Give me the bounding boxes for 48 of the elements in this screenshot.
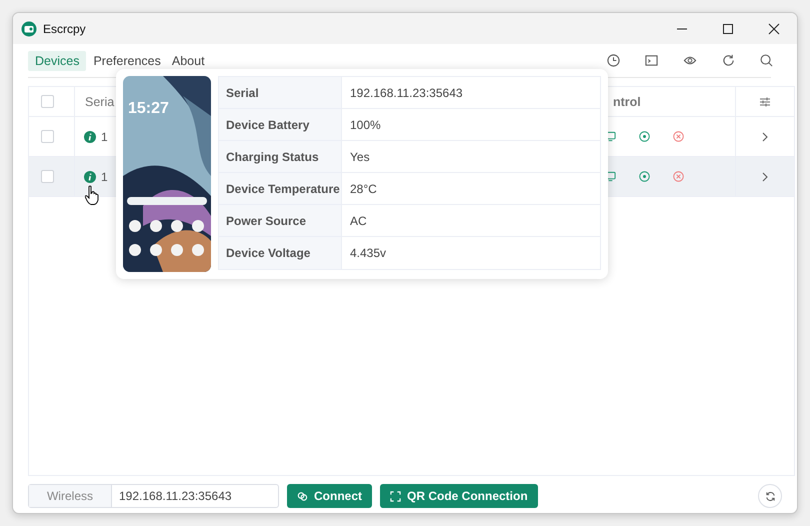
select-all-checkbox[interactable] bbox=[41, 95, 54, 108]
info-label: Serial bbox=[219, 77, 342, 108]
connect-button[interactable]: Connect bbox=[287, 484, 372, 508]
column-settings-icon[interactable] bbox=[759, 96, 771, 108]
mode-label: Wireless bbox=[29, 485, 112, 507]
tab[interactable]: Devices bbox=[28, 50, 86, 70]
search-icon[interactable] bbox=[760, 54, 773, 67]
info-label: Device Temperature bbox=[219, 173, 342, 204]
window-title: Escrcpy bbox=[43, 22, 86, 36]
clock-icon[interactable] bbox=[607, 54, 620, 67]
chevron-right-icon[interactable] bbox=[761, 132, 769, 142]
info-label: Charging Status bbox=[219, 141, 342, 172]
info-value: Yes bbox=[349, 148, 371, 166]
qr-connection-button[interactable]: QR Code Connection bbox=[380, 484, 538, 508]
hand-cursor-icon bbox=[85, 185, 99, 205]
info-value: AC bbox=[349, 212, 368, 230]
logo-icon bbox=[21, 20, 37, 36]
refresh-icon bbox=[764, 490, 776, 502]
column-header: Seria bbox=[85, 94, 114, 108]
clock-text: 15:27 bbox=[128, 100, 169, 118]
close-circle-icon[interactable] bbox=[673, 131, 684, 142]
row-checkbox[interactable] bbox=[41, 170, 54, 183]
tab[interactable]: About bbox=[168, 50, 209, 70]
row-checkbox[interactable] bbox=[41, 130, 54, 143]
serial-text: 1 bbox=[101, 170, 108, 184]
serial-text: 1 bbox=[101, 130, 108, 144]
refresh-icon[interactable] bbox=[722, 54, 735, 67]
link-icon bbox=[297, 490, 308, 502]
info-value: 4.435v bbox=[349, 245, 388, 262]
info-label: Device Battery bbox=[219, 109, 342, 140]
info-value: 192.168.11.23:35643 bbox=[349, 84, 464, 102]
column-header: ntrol bbox=[613, 94, 641, 108]
info-value: 28°C bbox=[349, 180, 378, 198]
eye-icon[interactable] bbox=[683, 54, 697, 67]
info-label: Power Source bbox=[219, 205, 342, 236]
address-field[interactable]: Wireless 192.168.11.23:35643 bbox=[28, 484, 279, 508]
close-circle-icon[interactable] bbox=[673, 171, 684, 182]
info-value: 100% bbox=[349, 116, 382, 134]
close-icon bbox=[768, 22, 780, 34]
info-icon[interactable] bbox=[84, 170, 96, 182]
info-icon[interactable] bbox=[84, 130, 96, 142]
maximize-icon bbox=[722, 22, 734, 34]
refresh-button[interactable] bbox=[758, 484, 782, 508]
terminal-icon[interactable] bbox=[645, 54, 658, 67]
tab[interactable]: Preferences bbox=[89, 50, 165, 70]
info-label: Device Voltage bbox=[219, 237, 342, 269]
scan-icon bbox=[390, 490, 401, 502]
chevron-right-icon[interactable] bbox=[761, 172, 769, 182]
